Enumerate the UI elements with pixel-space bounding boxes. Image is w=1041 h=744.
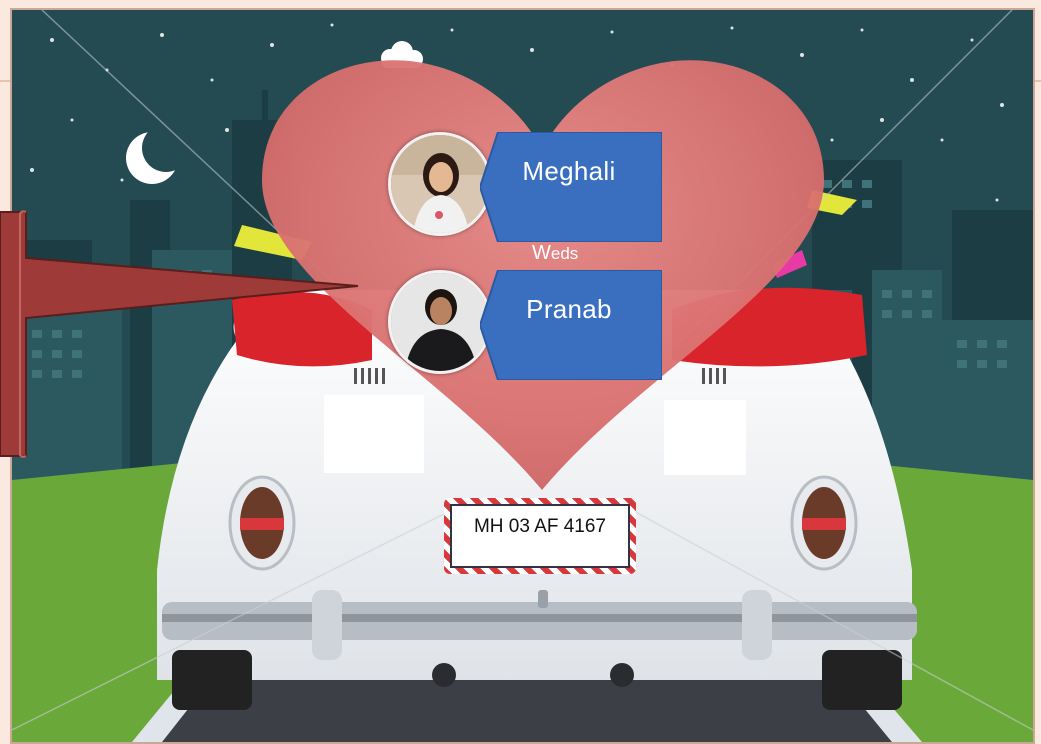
license-plate-text: MH 03 AF 4167 xyxy=(450,504,630,568)
groom-name: Pranab xyxy=(526,293,612,324)
bride-name: Meghali xyxy=(522,155,616,186)
license-plate: MH 03 AF 4167 xyxy=(444,498,636,574)
exhaust-right xyxy=(610,663,634,687)
groom-avatar xyxy=(388,270,492,374)
tail-light-left xyxy=(228,475,296,571)
tyre-right xyxy=(822,650,902,710)
groom-photo xyxy=(391,273,489,371)
wedding-slide: Meghali Weds Pranab MH 03 AF 4167 xyxy=(0,0,1041,744)
bride-name-box: Meghali xyxy=(480,132,662,242)
bride-photo xyxy=(391,135,489,233)
blank-patch-left xyxy=(324,395,424,473)
weds-label-rest: eds xyxy=(550,244,579,263)
tail-light-right xyxy=(790,475,858,571)
groom-name-box: Pranab xyxy=(480,270,662,380)
blank-patch-right xyxy=(664,400,746,475)
weds-label-initial: W xyxy=(532,242,551,264)
weds-label: Weds xyxy=(532,242,578,265)
bumper-guard-right xyxy=(742,590,772,660)
bumper-guard-left xyxy=(312,590,342,660)
trunk-lock xyxy=(538,590,548,608)
exhaust-left xyxy=(432,663,456,687)
tyre-left xyxy=(172,650,252,710)
bride-avatar xyxy=(388,132,492,236)
